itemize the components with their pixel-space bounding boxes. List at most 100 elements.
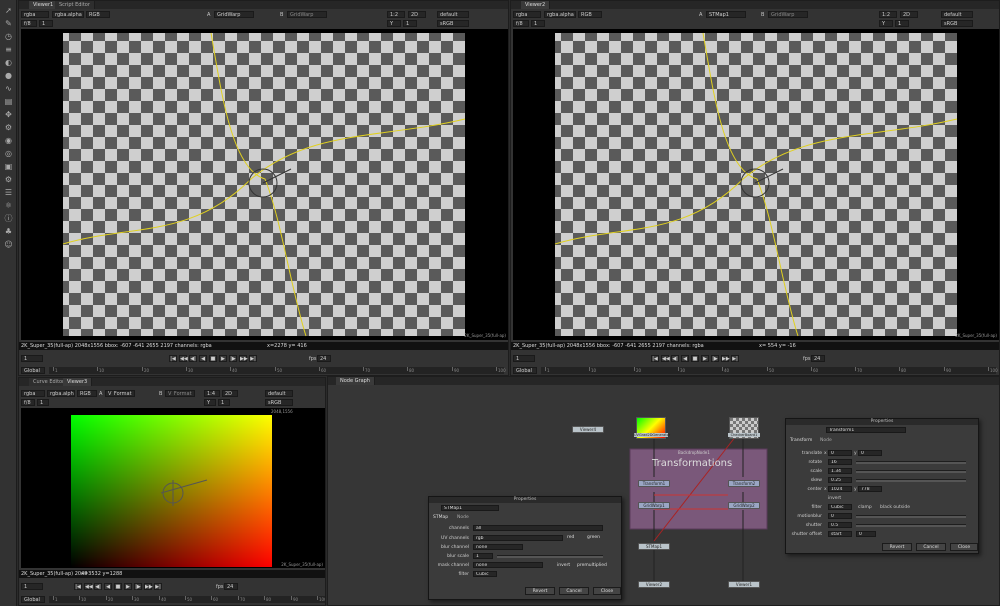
viewer3-lut-select[interactable]: default bbox=[265, 390, 293, 397]
box-icon[interactable]: ▣ bbox=[3, 162, 14, 171]
viewer1-play-back-button[interactable]: ◀ bbox=[199, 355, 207, 362]
eye-icon[interactable]: ◎ bbox=[3, 149, 14, 158]
viewer1-a-input-select[interactable]: GridWarp bbox=[214, 11, 254, 18]
viewer3-play-button[interactable]: ▶ bbox=[124, 583, 132, 590]
viewer3-gain-field[interactable]: 1 bbox=[37, 399, 49, 406]
viewer1-stop-button[interactable]: ■ bbox=[209, 355, 217, 362]
viewer1-first-frame-button[interactable]: |◀ bbox=[169, 355, 177, 362]
node-transform2[interactable]: Transform2 bbox=[728, 480, 760, 487]
viewer3-zoom-select[interactable]: 1:4 bbox=[204, 390, 220, 397]
scale-slider[interactable] bbox=[856, 470, 966, 473]
tab-viewer1[interactable]: Viewer1 bbox=[29, 1, 59, 9]
clock-icon[interactable]: ◷ bbox=[3, 32, 14, 41]
node-gridwarp1[interactable]: GridWarp1 bbox=[638, 502, 670, 509]
shutter-offset-field[interactable]: 0 bbox=[856, 531, 876, 537]
node-viewer1[interactable]: Viewer1 bbox=[728, 581, 760, 588]
stmap-node-name-field[interactable]: STMap1 bbox=[441, 505, 499, 511]
stmap-blur-scale-field[interactable]: 1 bbox=[473, 553, 493, 559]
move-icon[interactable]: ✥ bbox=[3, 110, 14, 119]
viewer2-canvas[interactable]: 2K_Super_35(full-ap) bbox=[513, 29, 999, 340]
shutter-field[interactable]: 0.5 bbox=[828, 522, 852, 528]
viewer3-timeline[interactable]: 1 10 20 30 40 50 60 70 80 90 100 bbox=[49, 596, 325, 603]
viewer2-gain-field[interactable]: 1 bbox=[531, 20, 545, 27]
viewer3-colorout-select[interactable]: sRGB bbox=[265, 399, 293, 406]
info-icon[interactable]: ⓘ bbox=[3, 214, 14, 223]
tab-node[interactable]: Node bbox=[457, 515, 469, 520]
viewer3-y-field[interactable]: 1 bbox=[218, 399, 230, 406]
skew-field[interactable]: 0.25 bbox=[828, 477, 852, 483]
tab-script-editor[interactable]: Script Editor bbox=[55, 1, 95, 9]
viewer1-colorspace-select[interactable]: RGB bbox=[86, 11, 110, 18]
face-icon[interactable]: ☺ bbox=[3, 240, 14, 249]
viewer2-step-back-button[interactable]: ◀| bbox=[671, 355, 679, 362]
viewer2-timeline[interactable]: 1 10 20 30 40 50 60 70 80 90 100 bbox=[541, 367, 998, 374]
rotate-slider[interactable] bbox=[856, 461, 966, 464]
transform-node-name-field[interactable]: Transform1 bbox=[826, 427, 906, 433]
stmap-close-button[interactable]: Close bbox=[593, 587, 621, 595]
stmap-premult-checkbox[interactable]: premultiplied bbox=[577, 563, 607, 568]
viewer2-prev-key-button[interactable]: ◀◀ bbox=[661, 355, 670, 362]
viewer3-stop-button[interactable]: ■ bbox=[114, 583, 122, 590]
viewer1-step-back-button[interactable]: ◀| bbox=[189, 355, 197, 362]
scale-field[interactable]: 1.34 bbox=[828, 468, 852, 474]
viewer2-colorout-select[interactable]: sRGB bbox=[941, 20, 973, 27]
viewer3-step-back-button[interactable]: ◀| bbox=[94, 583, 102, 590]
viewer2-play-back-button[interactable]: ◀ bbox=[681, 355, 689, 362]
viewer2-a-input-select[interactable]: STMap1 bbox=[706, 11, 746, 18]
viewer2-play-button[interactable]: ▶ bbox=[701, 355, 709, 362]
viewer3-canvas[interactable]: 2048,1556 2K_Super_35(full-ap) bbox=[21, 408, 325, 568]
node-graph-pane[interactable]: Node Graph BackdropNode1 Transformations… bbox=[327, 376, 1000, 606]
stmap-cancel-button[interactable]: Cancel bbox=[559, 587, 589, 595]
cog-icon[interactable]: ⚙ bbox=[3, 175, 14, 184]
viewer3-global-select[interactable]: Global bbox=[21, 596, 45, 603]
stmap-revert-button[interactable]: Revert bbox=[525, 587, 555, 595]
viewer1-next-key-button[interactable]: ▶▶ bbox=[239, 355, 248, 362]
viewer1-global-select[interactable]: Global bbox=[21, 367, 45, 374]
viewer3-b-input-select[interactable]: V_Format bbox=[165, 390, 195, 397]
clamp-checkbox[interactable]: clamp bbox=[858, 505, 872, 510]
stmap-uv-select[interactable]: rgb bbox=[473, 535, 563, 541]
viewer3-first-frame-button[interactable]: |◀ bbox=[74, 583, 82, 590]
viewer2-colorspace-select[interactable]: RGB bbox=[578, 11, 602, 18]
center-x-field[interactable]: 1024 bbox=[828, 486, 852, 492]
viewer3-step-forward-button[interactable]: |▶ bbox=[134, 583, 142, 590]
viewer3-gamma-button[interactable]: f/8 bbox=[21, 399, 35, 406]
stmap-blur-channel-select[interactable]: none bbox=[473, 544, 523, 550]
viewer1-last-frame-button[interactable]: ▶| bbox=[249, 355, 257, 362]
viewer1-prev-key-button[interactable]: ◀◀ bbox=[179, 355, 188, 362]
viewer1-mode-select[interactable]: 2D bbox=[408, 11, 426, 18]
stmap-blur-scale-slider[interactable] bbox=[497, 555, 603, 558]
node-stmap1[interactable]: STMap1 bbox=[638, 543, 670, 550]
node-transform1[interactable]: Transform1 bbox=[638, 480, 670, 487]
menu-icon[interactable]: ≡ bbox=[3, 45, 14, 54]
tree-icon[interactable]: ♣ bbox=[3, 227, 14, 236]
viewer2-step-forward-button[interactable]: |▶ bbox=[711, 355, 719, 362]
shutter-offset-select[interactable]: start bbox=[828, 531, 852, 537]
viewer2-lut-select[interactable]: default bbox=[941, 11, 973, 18]
circle-icon[interactable]: ● bbox=[3, 71, 14, 80]
viewer1-zoom-select[interactable]: 1:2 bbox=[387, 11, 405, 18]
viewer3-play-back-button[interactable]: ◀ bbox=[104, 583, 112, 590]
stmap-filter-select[interactable]: Cubic bbox=[473, 571, 497, 577]
viewer3-mode-select[interactable]: 2D bbox=[222, 390, 238, 397]
stmap-invert-checkbox[interactable]: invert bbox=[557, 563, 570, 568]
invert-checkbox[interactable]: invert bbox=[828, 496, 841, 501]
stmap-uv-red-checkbox[interactable]: red bbox=[567, 535, 574, 540]
viewer3-a-input-select[interactable]: V_Format bbox=[105, 390, 135, 397]
viewer2-fps-field[interactable]: 24 bbox=[811, 355, 825, 362]
list-icon[interactable]: ☰ bbox=[3, 188, 14, 197]
viewer3-channels-select[interactable]: rgba bbox=[21, 390, 45, 397]
filter-select[interactable]: Cubic bbox=[828, 504, 852, 510]
viewer3-last-frame-button[interactable]: ▶| bbox=[154, 583, 162, 590]
viewer1-step-forward-button[interactable]: |▶ bbox=[229, 355, 237, 362]
viewer2-frame-field[interactable]: 1 bbox=[513, 355, 535, 362]
viewer2-channels-select[interactable]: rgba bbox=[513, 11, 541, 18]
viewer3-prev-key-button[interactable]: ◀◀ bbox=[84, 583, 93, 590]
tab-stmap[interactable]: STMap bbox=[433, 515, 448, 520]
viewer1-b-input-select[interactable]: GridWarp bbox=[287, 11, 327, 18]
viewer3-fps-field[interactable]: 24 bbox=[224, 583, 238, 590]
center-y-field[interactable]: 778 bbox=[858, 486, 882, 492]
viewer2-b-input-select[interactable]: GridWarp bbox=[768, 11, 808, 18]
viewer1-gamma-button[interactable]: f/8 bbox=[21, 20, 37, 27]
node-gridwarp2[interactable]: GridWarp2 bbox=[728, 502, 760, 509]
